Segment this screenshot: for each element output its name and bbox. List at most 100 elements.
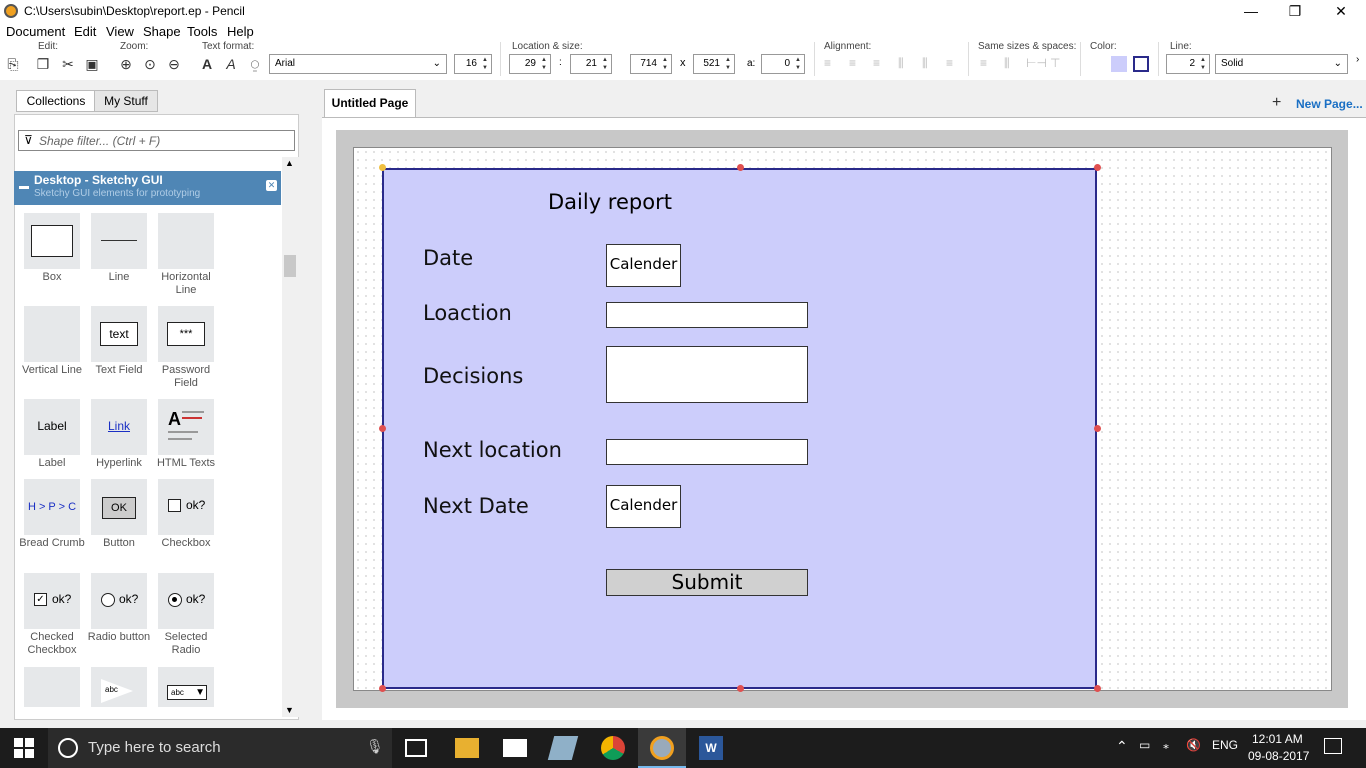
copy-icon[interactable]: ❐ — [34, 55, 52, 73]
design-label-next-location[interactable]: Next location — [423, 438, 562, 462]
windows-start-icon[interactable] — [14, 738, 34, 758]
shape-item-horizontal-line[interactable] — [158, 213, 214, 269]
tab-collections[interactable]: Collections — [16, 90, 96, 112]
cut-icon[interactable]: ✂ — [59, 55, 77, 73]
design-textfield-next-location[interactable] — [606, 439, 808, 465]
chrome-icon[interactable] — [601, 736, 625, 760]
resize-handle[interactable] — [737, 164, 744, 171]
restore-button[interactable]: ❐ — [1272, 0, 1318, 22]
word-icon[interactable]: W — [699, 736, 723, 760]
shape-item-html-texts[interactable]: A — [158, 399, 214, 455]
rotate-handle[interactable] — [379, 164, 386, 171]
zoom-in-icon[interactable]: ⊕ — [117, 55, 135, 73]
network-icon[interactable]: ⁎ — [1163, 738, 1169, 752]
fill-color-swatch[interactable] — [1111, 56, 1127, 72]
line-style-select[interactable]: Solid ⌄ — [1215, 54, 1348, 74]
design-calendar-date[interactable]: Calender — [606, 244, 681, 287]
clock-time[interactable]: 12:01 AM — [1252, 732, 1303, 746]
align-right-icon[interactable]: ≡ — [873, 56, 880, 70]
tab-untitled-page[interactable]: Untitled Page — [324, 89, 416, 117]
paste-special-icon[interactable]: ⎘ — [4, 55, 22, 73]
space-vertical-icon[interactable]: ⊤ — [1050, 56, 1060, 70]
mail-icon[interactable] — [503, 739, 527, 757]
close-button[interactable]: ✕ — [1318, 0, 1364, 22]
menu-tools[interactable]: Tools — [187, 24, 217, 39]
angle-input[interactable]: 0 ▲ ▼ — [761, 54, 805, 74]
align-middle-icon[interactable]: ⫼ — [922, 56, 928, 71]
shape-item-button[interactable]: OK — [91, 479, 147, 535]
shape-item-partial[interactable]: abc ▼ — [158, 667, 214, 707]
collection-header[interactable]: ▬ Desktop - Sketchy GUI Sketchy GUI elem… — [14, 171, 281, 205]
spinner-icon[interactable]: ▲ ▼ — [723, 56, 733, 72]
design-label-date[interactable]: Date — [423, 246, 473, 270]
menu-edit[interactable]: Edit — [74, 24, 96, 39]
close-collection-icon[interactable]: ✕ — [266, 180, 277, 191]
shape-item-checkbox[interactable]: ok? — [158, 479, 214, 535]
spinner-icon[interactable]: ▲ ▼ — [1198, 56, 1208, 72]
align-bottom-icon[interactable]: ≡ — [946, 56, 953, 70]
shape-item-radio-button[interactable]: ok? — [91, 573, 147, 629]
minimize-button[interactable]: — — [1228, 0, 1274, 22]
scroll-up-icon[interactable]: ▲ — [285, 158, 294, 168]
design-textarea-decisions[interactable] — [606, 346, 808, 403]
resize-handle[interactable] — [379, 685, 386, 692]
taskbar-search-box[interactable]: Type here to search 🎙 — [48, 728, 392, 768]
spinner-icon[interactable]: ▲ ▼ — [539, 56, 549, 72]
shape-item-box[interactable] — [24, 213, 80, 269]
x-input[interactable]: 29 ▲ ▼ — [509, 54, 551, 74]
store-app-icon[interactable] — [547, 736, 579, 760]
language-indicator[interactable]: ENG — [1212, 738, 1238, 752]
width-input[interactable]: 714 ▲ ▼ — [630, 54, 672, 74]
design-submit-button[interactable]: Submit — [606, 569, 808, 596]
battery-icon[interactable]: ▭ — [1139, 738, 1150, 752]
design-calendar-next-date[interactable]: Calender — [606, 485, 681, 528]
shape-item-hyperlink[interactable]: Link — [91, 399, 147, 455]
scrollbar-thumb[interactable] — [284, 255, 296, 277]
paste-icon[interactable]: ▣ — [83, 55, 101, 73]
shape-item-partial[interactable] — [24, 667, 80, 707]
shape-item-vertical-line[interactable] — [24, 306, 80, 362]
design-textfield-location[interactable] — [606, 302, 808, 328]
plus-icon[interactable]: + — [1272, 94, 1281, 112]
shape-item-partial[interactable]: abc — [91, 667, 147, 707]
align-left-icon[interactable]: ≡ — [824, 56, 831, 70]
bold-text-icon[interactable]: A — [198, 55, 216, 73]
shape-item-label[interactable]: Label — [24, 399, 80, 455]
y-input[interactable]: 21 ▲ ▼ — [570, 54, 612, 74]
shape-item-breadcrumb[interactable]: H > P > C — [24, 479, 80, 535]
file-explorer-icon[interactable] — [455, 738, 479, 758]
menu-document[interactable]: Document — [6, 24, 65, 39]
shape-item-line[interactable] — [91, 213, 147, 269]
zoom-reset-icon[interactable]: ⊙ — [141, 55, 159, 73]
space-horizontal-icon[interactable]: ⊢⊣ — [1026, 56, 1047, 70]
font-family-select[interactable]: Arial ⌄ — [269, 54, 447, 74]
underline-text-icon[interactable]: ⍜ — [246, 55, 264, 73]
show-hidden-icons[interactable]: ⌃ — [1116, 738, 1128, 755]
design-label-next-date[interactable]: Next Date — [423, 494, 529, 518]
spinner-icon[interactable]: ▲ ▼ — [480, 56, 490, 72]
collapse-icon[interactable]: ▬ — [19, 181, 29, 192]
stroke-color-swatch[interactable] — [1133, 56, 1149, 72]
shape-item-checked-checkbox[interactable]: ✓ ok? — [24, 573, 80, 629]
task-view-icon[interactable] — [405, 739, 427, 757]
italic-text-icon[interactable]: A — [222, 55, 240, 73]
clock-date[interactable]: 09-08-2017 — [1248, 749, 1309, 763]
volume-muted-icon[interactable]: 🔇 — [1186, 738, 1201, 752]
menu-view[interactable]: View — [106, 24, 134, 39]
align-center-icon[interactable]: ≡ — [849, 56, 856, 70]
design-title[interactable]: Daily report — [548, 190, 672, 214]
menu-help[interactable]: Help — [227, 24, 254, 39]
new-page-button[interactable]: New Page... — [1296, 97, 1363, 111]
spinner-icon[interactable]: ▲ ▼ — [793, 56, 803, 72]
action-center-icon[interactable] — [1324, 738, 1342, 754]
menu-shape[interactable]: Shape — [143, 24, 181, 39]
same-width-icon[interactable]: ≡ — [980, 56, 987, 70]
zoom-out-icon[interactable]: ⊖ — [165, 55, 183, 73]
same-height-icon[interactable]: ⫼ — [1004, 56, 1010, 71]
collection-scrollbar[interactable]: ▲ ▼ — [282, 157, 299, 717]
spinner-icon[interactable]: ▲ ▼ — [660, 56, 670, 72]
font-size-input[interactable]: 16 ▲ ▼ — [454, 54, 492, 74]
shape-item-password-field[interactable]: *** — [158, 306, 214, 362]
resize-handle[interactable] — [1094, 164, 1101, 171]
resize-handle[interactable] — [379, 425, 386, 432]
